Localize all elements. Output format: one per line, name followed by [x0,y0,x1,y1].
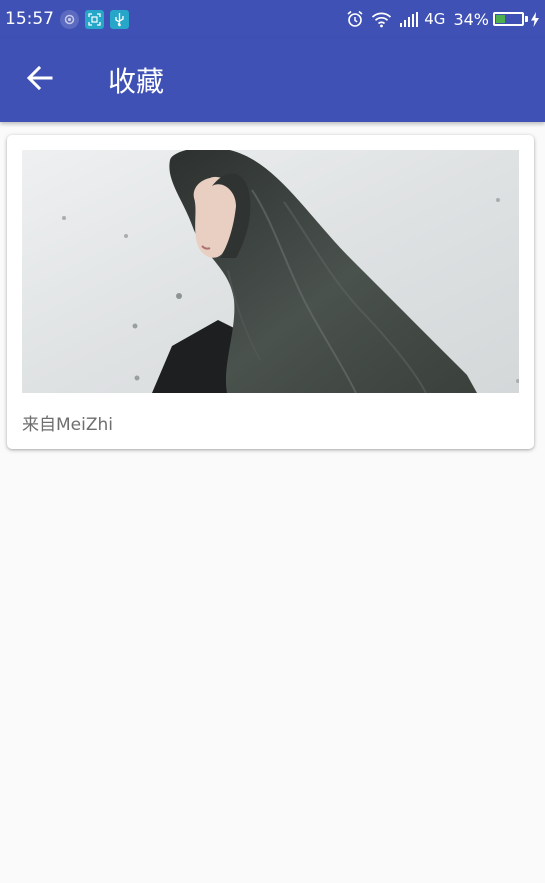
alarm-icon [346,10,364,28]
status-time: 15:57 [5,9,54,29]
usb-notification-icon [110,9,129,29]
back-button[interactable] [12,52,68,108]
network-type: 4G [424,10,446,28]
page-title: 收藏 [108,65,165,98]
status-bar: 15:57 4G 34% [0,0,545,38]
wifi-icon [371,11,392,28]
screenshot-notification-icon [85,9,104,29]
favorite-image[interactable] [22,150,519,393]
battery-icon [493,12,524,26]
app-notification-icon [60,9,79,29]
arrow-left-icon [26,64,54,96]
status-bar-left: 15:57 [5,9,135,29]
favorite-card[interactable]: 来自MeiZhi [7,135,534,449]
battery-percent: 34% [453,9,489,29]
status-bar-right: 4G 34% [339,10,539,29]
favorite-source-label: 来自MeiZhi [22,415,113,435]
charging-icon [531,11,539,27]
battery-level [496,15,505,23]
app-bar: 收藏 [0,38,545,122]
battery-tip [525,16,528,22]
signal-icon [399,11,419,27]
